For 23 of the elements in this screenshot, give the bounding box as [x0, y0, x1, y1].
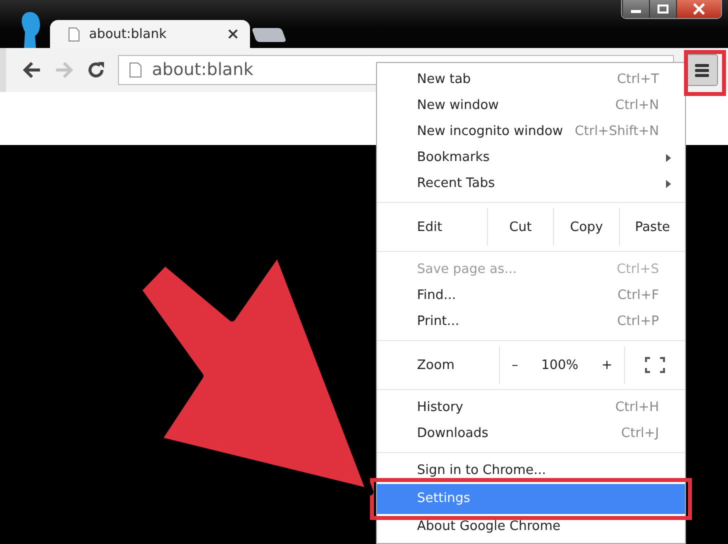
- address-text: about:blank: [152, 60, 254, 80]
- shortcut-text: Ctrl+J: [621, 425, 659, 443]
- menu-item-label: Edit: [416, 218, 444, 236]
- menu-item-label: Recent Tabs: [417, 175, 495, 193]
- tab-title: about:blank: [89, 26, 168, 42]
- shortcut-text: Ctrl+H: [615, 399, 659, 417]
- menu-item-label: Print...: [417, 313, 460, 331]
- shortcut-text: Ctrl+P: [617, 313, 659, 331]
- menu-item-label: History: [417, 399, 464, 417]
- menu-item-label: Zoom: [416, 356, 456, 374]
- shortcut-text: Ctrl+Shift+N: [574, 123, 659, 141]
- shortcut-text: Ctrl+N: [615, 97, 659, 115]
- menu-item-label: Save page as...: [417, 261, 517, 279]
- menu-item-label: Downloads: [417, 425, 488, 443]
- menu-item-label: New incognito window: [417, 123, 564, 141]
- zoom-level: 100%: [541, 358, 578, 372]
- shortcut-text: Ctrl+T: [617, 71, 659, 89]
- shortcut-text: Ctrl+S: [616, 261, 659, 279]
- menu-item-label: Bookmarks: [417, 149, 490, 167]
- menu-item-label: Find...: [417, 287, 456, 305]
- shortcut-text: Ctrl+F: [617, 287, 659, 305]
- menu-item-label: New tab: [417, 71, 471, 89]
- menu-item-label: New window: [417, 97, 499, 115]
